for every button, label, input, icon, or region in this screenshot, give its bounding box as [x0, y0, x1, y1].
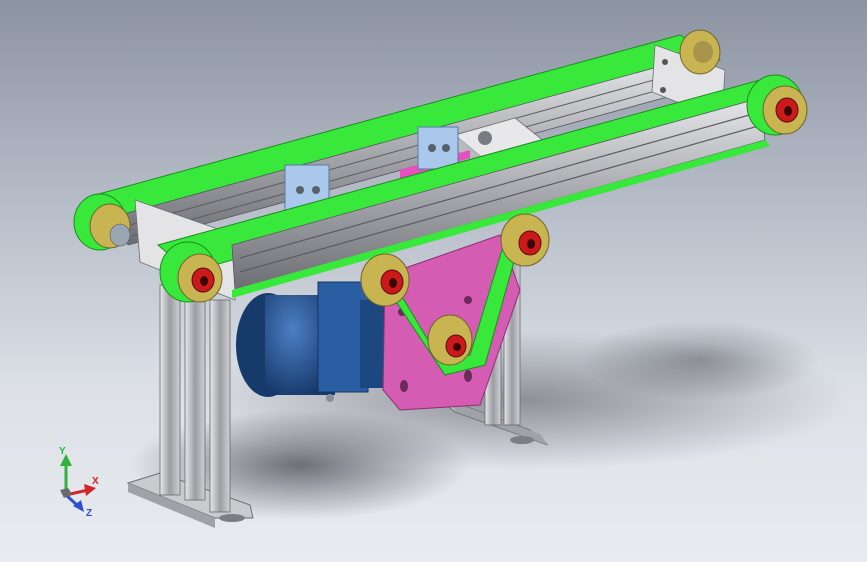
drive-pulley-upper-left[interactable] — [360, 253, 410, 307]
cad-graphics-area[interactable]: Y X Z — [0, 0, 867, 562]
drive-motor[interactable] — [236, 281, 390, 402]
z-axis-label: Z — [86, 508, 92, 519]
mount-bracket-right[interactable] — [417, 126, 459, 170]
x-axis-label: X — [92, 476, 99, 487]
back-right-pulley[interactable] — [679, 29, 721, 75]
conveyor-model-view[interactable] — [0, 0, 867, 562]
drive-pulley-lower[interactable] — [427, 314, 473, 366]
end-plate-hole — [662, 59, 668, 65]
y-axis-label: Y — [59, 446, 66, 457]
coordinate-triad: Y X Z — [59, 446, 99, 519]
ground-shadow-far — [580, 320, 820, 400]
origin-cube — [60, 488, 72, 498]
drive-pulley-upper-right[interactable] — [500, 213, 550, 267]
front-right-pulley[interactable] — [746, 74, 808, 136]
end-plate-hole — [660, 87, 666, 93]
